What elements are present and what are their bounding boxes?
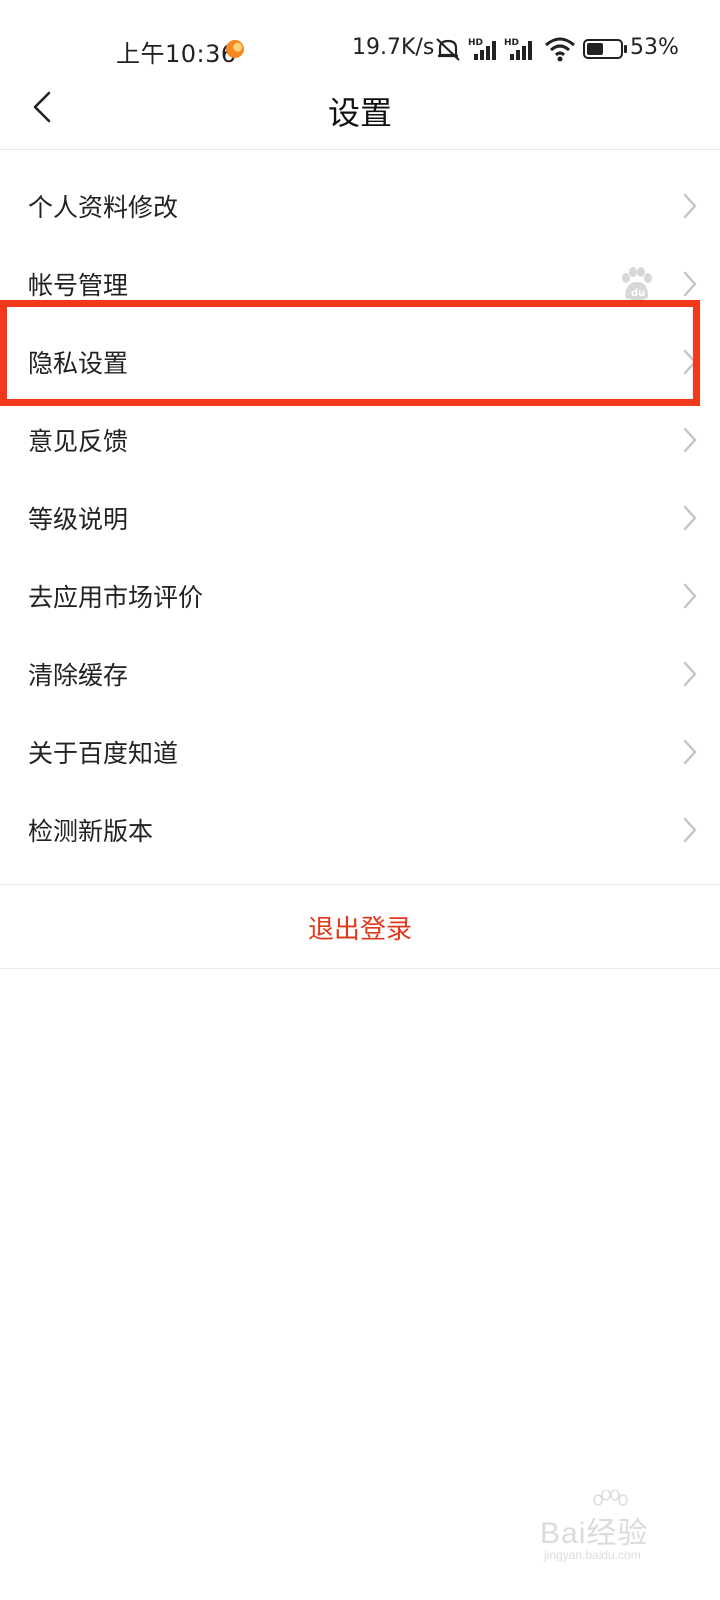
chevron-right-icon	[683, 661, 697, 687]
svg-text:du: du	[631, 288, 645, 299]
settings-item-clear-cache[interactable]: 清除缓存	[0, 635, 720, 713]
settings-item-level-description[interactable]: 等级说明	[0, 479, 720, 557]
notification-dot-icon	[226, 40, 244, 58]
watermark-brand: Bai经验	[540, 1517, 649, 1550]
chevron-right-icon	[683, 583, 697, 609]
settings-list: 个人资料修改 帐号管理 du 隐私设置 意见反馈 等级说明 去应用市场评价 清除…	[0, 167, 720, 869]
divider	[0, 884, 720, 885]
settings-item-label: 等级说明	[28, 505, 129, 534]
wifi-icon	[545, 37, 575, 62]
hd-signal-icon: HD	[468, 38, 496, 60]
chevron-right-icon	[683, 193, 697, 219]
page-title: 设置	[327, 94, 392, 132]
divider	[0, 968, 720, 969]
chevron-right-icon	[683, 505, 697, 531]
chevron-right-icon	[683, 427, 697, 453]
chevron-right-icon	[683, 817, 697, 843]
settings-item-account-management[interactable]: 帐号管理 du	[0, 245, 720, 323]
settings-item-rate-app[interactable]: 去应用市场评价	[0, 557, 720, 635]
settings-item-privacy[interactable]: 隐私设置	[0, 323, 720, 401]
chevron-right-icon	[683, 271, 697, 297]
watermark: Bai经验 jingyan.baidu.com	[540, 1490, 700, 1580]
settings-item-profile-edit[interactable]: 个人资料修改	[0, 167, 720, 245]
settings-item-about[interactable]: 关于百度知道	[0, 713, 720, 791]
settings-item-label: 检测新版本	[28, 817, 154, 846]
network-speed: 19.7K/s	[352, 35, 435, 60]
mute-icon	[436, 38, 460, 61]
chevron-right-icon	[683, 349, 697, 375]
chevron-right-icon	[683, 739, 697, 765]
svg-text:HD: HD	[468, 38, 483, 48]
logout-button[interactable]: 退出登录	[0, 886, 720, 968]
settings-item-label: 帐号管理	[28, 271, 129, 300]
baidu-paw-icon: du	[622, 267, 652, 300]
svg-text:HD: HD	[504, 38, 519, 48]
settings-item-label: 隐私设置	[28, 349, 129, 378]
settings-item-label: 关于百度知道	[28, 739, 179, 768]
settings-item-label: 个人资料修改	[28, 193, 179, 222]
settings-item-feedback[interactable]: 意见反馈	[0, 401, 720, 479]
hd-signal-icon: HD	[504, 38, 532, 60]
settings-item-label: 清除缓存	[28, 661, 129, 690]
header: 设置	[0, 60, 720, 150]
settings-item-check-update[interactable]: 检测新版本	[0, 791, 720, 869]
battery-icon	[583, 39, 627, 59]
settings-item-label: 去应用市场评价	[28, 583, 204, 612]
settings-item-label: 意见反馈	[28, 427, 129, 456]
battery-percent: 53%	[630, 35, 679, 60]
watermark-url: jingyan.baidu.com	[544, 1548, 641, 1562]
